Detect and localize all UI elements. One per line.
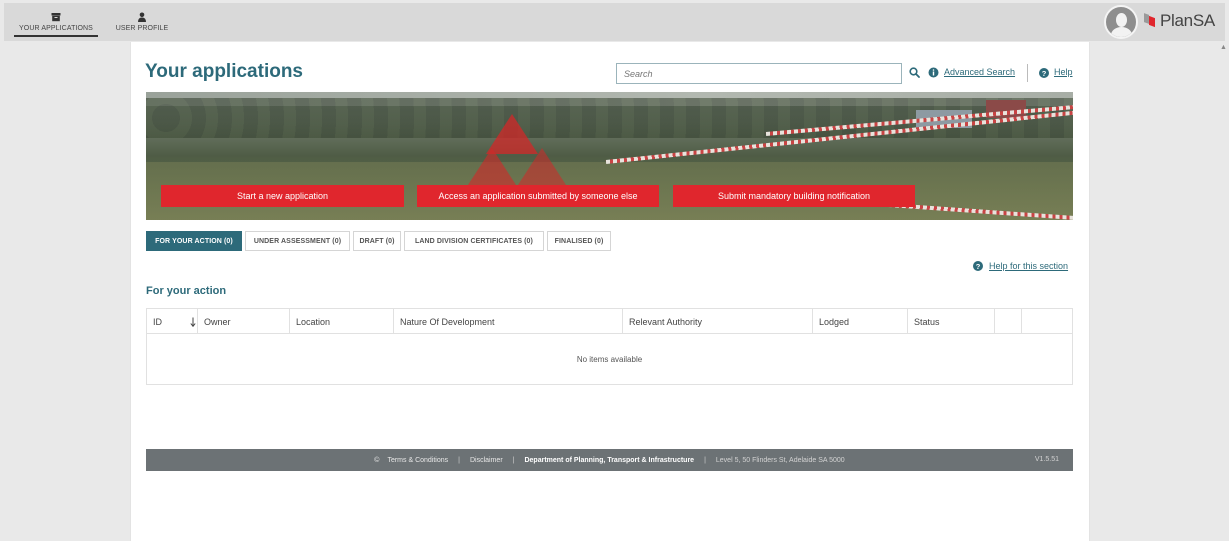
department-address: Level 5, 50 Flinders St, Adelaide SA 500…	[715, 456, 845, 464]
column-header-label: ID	[153, 316, 162, 327]
page-footer: © Terms & Conditions | Disclaimer | Depa…	[146, 449, 1073, 471]
nav-user-profile[interactable]: USER PROFILE	[110, 3, 174, 41]
column-header-location[interactable]: Location	[290, 309, 394, 334]
start-new-application-button[interactable]: Start a new application	[161, 185, 404, 207]
app-version: V1.5.51	[1034, 456, 1059, 463]
terms-conditions-link[interactable]: Terms & Conditions	[387, 457, 448, 464]
plansa-logo: PlanSA	[1144, 9, 1215, 33]
column-header-label: Owner	[204, 316, 231, 327]
column-header-id[interactable]: ID	[147, 309, 198, 334]
applications-table: ID Owner Location Nature Of Development …	[146, 308, 1073, 385]
info-icon[interactable]	[928, 67, 939, 78]
avatar-head-shape	[1116, 13, 1127, 27]
column-header-relevant-authority[interactable]: Relevant Authority	[623, 309, 813, 334]
table-header-row: ID Owner Location Nature Of Development …	[147, 309, 1072, 334]
column-header-lodged[interactable]: Lodged	[813, 309, 908, 334]
copyright-symbol: ©	[374, 456, 380, 464]
column-header-label: Status	[914, 316, 940, 327]
top-navigation-bar: YOUR APPLICATIONS USER PROFILE PlanSA	[4, 3, 1225, 41]
search-icon[interactable]	[909, 67, 920, 78]
access-application-button[interactable]: Access an application submitted by someo…	[417, 185, 659, 207]
user-avatar[interactable]	[1104, 5, 1138, 39]
archive-box-icon	[51, 13, 61, 22]
svg-text:?: ?	[976, 262, 981, 271]
advanced-search-link[interactable]: Advanced Search	[944, 67, 1015, 77]
scrollbar-arrow-icon[interactable]: ▲	[1220, 44, 1227, 51]
user-icon	[138, 12, 146, 22]
plansa-logo-text: PlanSA	[1160, 11, 1215, 30]
plansa-logo-mark-icon	[1144, 14, 1156, 28]
help-question-icon[interactable]: ?	[1039, 68, 1049, 78]
department-name: Department of Planning, Transport & Infr…	[524, 456, 695, 464]
tab-draft[interactable]: DRAFT (0)	[353, 231, 401, 251]
sort-down-arrow-icon[interactable]	[190, 317, 196, 327]
nav-your-applications[interactable]: YOUR APPLICATIONS	[10, 3, 102, 41]
search-input[interactable]	[616, 63, 902, 84]
footer-separator: |	[704, 456, 706, 464]
avatar-body-shape	[1111, 27, 1132, 37]
nav-your-applications-label: YOUR APPLICATIONS	[19, 25, 93, 32]
footer-separator: |	[458, 456, 460, 464]
column-header-label: Location	[296, 316, 331, 327]
tab-finalised[interactable]: FINALISED (0)	[547, 231, 611, 251]
submit-building-notification-button[interactable]: Submit mandatory building notification	[673, 185, 915, 207]
header-divider	[1027, 64, 1028, 82]
banner-red-triangle	[516, 148, 568, 188]
help-link[interactable]: Help	[1054, 67, 1073, 77]
help-question-icon[interactable]: ?	[973, 261, 983, 271]
column-header-label: Relevant Authority	[629, 316, 703, 327]
tab-under-assessment[interactable]: UNDER ASSESSMENT (0)	[245, 231, 350, 251]
banner-red-triangle	[466, 148, 518, 188]
tab-land-division-certificates[interactable]: LAND DIVISION CERTIFICATES (0)	[404, 231, 544, 251]
nav-user-profile-label: USER PROFILE	[115, 25, 169, 32]
footer-separator: |	[512, 456, 515, 464]
table-empty-message: No items available	[576, 354, 643, 364]
section-title: For your action	[146, 285, 227, 297]
tab-for-your-action[interactable]: FOR YOUR ACTION (0)	[146, 231, 242, 251]
column-header-action	[995, 309, 1022, 334]
help-for-section-link[interactable]: Help for this section	[989, 261, 1068, 271]
page-title: Your applications	[145, 61, 304, 82]
column-header-action	[1022, 309, 1072, 334]
disclaimer-link[interactable]: Disclaimer	[470, 457, 503, 464]
column-header-label: Nature Of Development	[400, 316, 495, 327]
column-header-nature-of-development[interactable]: Nature Of Development	[394, 309, 623, 334]
column-header-owner[interactable]: Owner	[198, 309, 290, 334]
column-header-status[interactable]: Status	[908, 309, 995, 334]
svg-text:?: ?	[1042, 69, 1047, 78]
column-header-label: Lodged	[819, 316, 850, 327]
